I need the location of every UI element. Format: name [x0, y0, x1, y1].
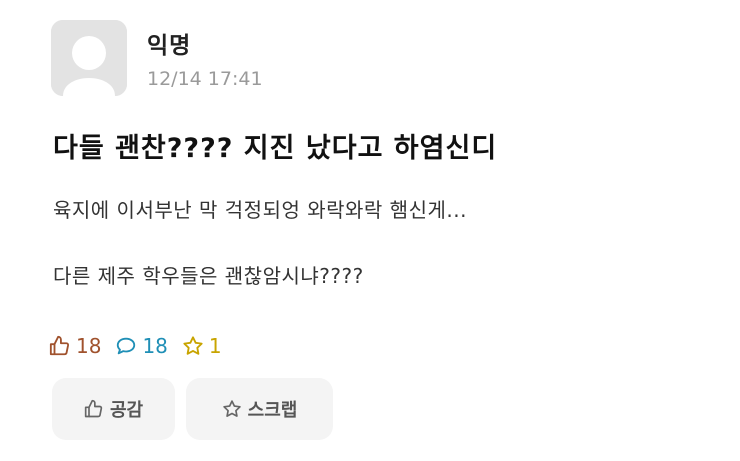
scrap-count: 1	[208, 334, 222, 358]
speech-bubble-icon	[117, 337, 136, 355]
like-count-stat: 18	[49, 334, 101, 358]
comment-count-stat: 18	[115, 334, 168, 358]
avatar	[51, 20, 127, 96]
scrap-count-stat: 1	[182, 334, 222, 358]
post-body-line: 다른 제주 학우들은 괜찮암시냐????	[53, 264, 364, 288]
post-title: 다들 괜찬???? 지진 났다고 하염신디	[53, 133, 498, 164]
post-timestamp: 12/14 17:41	[147, 68, 263, 90]
thumbs-up-icon	[49, 335, 70, 356]
post-stats: 18 18 1	[49, 332, 236, 360]
thumbs-up-icon	[84, 399, 103, 418]
like-count: 18	[76, 334, 102, 358]
scrap-button[interactable]: 스크랩	[186, 378, 333, 440]
star-icon	[183, 336, 203, 355]
scrap-button-label: 스크랩	[247, 400, 298, 421]
post-body-line: 육지에 이서부난 막 걱정되엉 와락와락 햄신게...	[53, 198, 467, 222]
like-button-label: 공감	[109, 400, 144, 421]
like-button[interactable]: 공감	[52, 378, 175, 440]
comment-count: 18	[142, 334, 168, 358]
author-name: 익명	[147, 33, 192, 59]
star-icon	[222, 400, 241, 417]
default-avatar-icon	[51, 20, 127, 96]
